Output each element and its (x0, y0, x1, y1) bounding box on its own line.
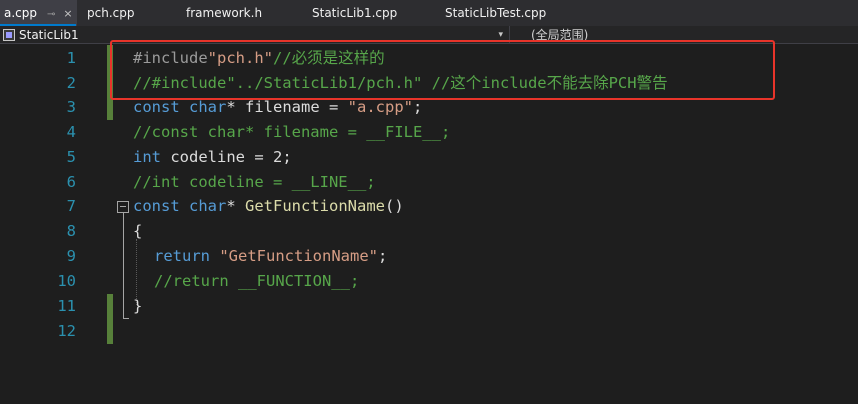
tab-label: a.cpp (4, 6, 37, 20)
chevron-down-icon: ▾ (498, 30, 503, 40)
code-text: * (226, 197, 246, 215)
code-text: () (385, 197, 404, 215)
keyword: int (133, 148, 161, 166)
tab-pch-cpp[interactable]: pch.cpp (87, 0, 134, 26)
code-line-5: int codeline = 2; (133, 145, 292, 170)
close-icon[interactable]: × (63, 7, 72, 20)
tab-framework-h[interactable]: framework.h (186, 0, 262, 26)
string-literal: "GetFunctionName" (219, 247, 378, 265)
tab-a-cpp[interactable]: a.cpp ⊸ × (0, 0, 77, 26)
code-line-7: const char* GetFunctionName() (133, 194, 404, 219)
keyword: const (133, 197, 180, 215)
project-icon (3, 29, 15, 41)
code-text: { (133, 222, 143, 240)
code-line-8: { (133, 219, 142, 244)
tab-label: StaticLibTest.cpp (445, 6, 547, 20)
tab-bar: a.cpp ⊸ × pch.cpp framework.h StaticLib1.c… (0, 0, 858, 26)
keyword: const (133, 98, 180, 116)
comment: //const char* filename = __FILE__; (133, 123, 451, 141)
navigation-bar: StaticLib1 ▾ (全局范围) (0, 26, 858, 44)
comment: //#include"../StaticLib1/pch.h" //这个incl… (133, 74, 668, 92)
tab-staticlib1-cpp[interactable]: StaticLib1.cpp (312, 0, 397, 26)
preprocessor-directive: #include (133, 49, 208, 67)
code-text: ; (413, 98, 423, 116)
tab-label: framework.h (186, 6, 263, 20)
tab-staticlibtest-cpp[interactable]: StaticLibTest.cpp (445, 0, 546, 26)
code-text: * filename = (226, 98, 348, 116)
comment: //return __FUNCTION__; (154, 272, 360, 290)
code-line-9: return "GetFunctionName"; (154, 244, 387, 269)
scope-dropdown[interactable]: (全局范围) (511, 26, 858, 44)
keyword: char (189, 197, 227, 215)
pin-icon[interactable]: ⊸ (47, 9, 55, 20)
code-line-1: #include"pch.h"//必须是这样的 (133, 46, 385, 71)
code-line-6: //int codeline = __LINE__; (133, 170, 376, 195)
project-dropdown[interactable]: StaticLib1 ▾ (0, 26, 510, 44)
code-text: } (133, 297, 143, 315)
include-path: "pch.h" (207, 49, 273, 67)
code-editor[interactable]: 1 2 3 4 5 6 7 8 9 10 11 12 #include"pch.… (0, 40, 858, 404)
project-label: StaticLib1 (19, 28, 79, 42)
tab-label: pch.cpp (87, 6, 135, 20)
code-text: ; (377, 247, 388, 265)
tab-label: StaticLib1.cpp (312, 6, 398, 20)
code-area: #include"pch.h"//必须是这样的 //#include"../St… (0, 44, 858, 404)
comment: //int codeline = __LINE__; (133, 173, 376, 191)
code-line-4: //const char* filename = __FILE__; (133, 120, 450, 145)
scope-label: (全局范围) (531, 28, 589, 42)
keyword: char (189, 98, 227, 116)
comment: //必须是这样的 (272, 49, 385, 67)
function-name: GetFunctionName (245, 197, 385, 215)
code-line-2: //#include"../StaticLib1/pch.h" //这个incl… (133, 71, 668, 96)
keyword: return (154, 247, 210, 265)
code-line-10: //return __FUNCTION__; (154, 269, 359, 294)
code-text: codeline = 2; (161, 148, 292, 166)
code-line-11: } (133, 294, 142, 319)
string-literal: "a.cpp" (347, 98, 413, 116)
code-line-3: const char* filename = "a.cpp"; (133, 95, 422, 120)
